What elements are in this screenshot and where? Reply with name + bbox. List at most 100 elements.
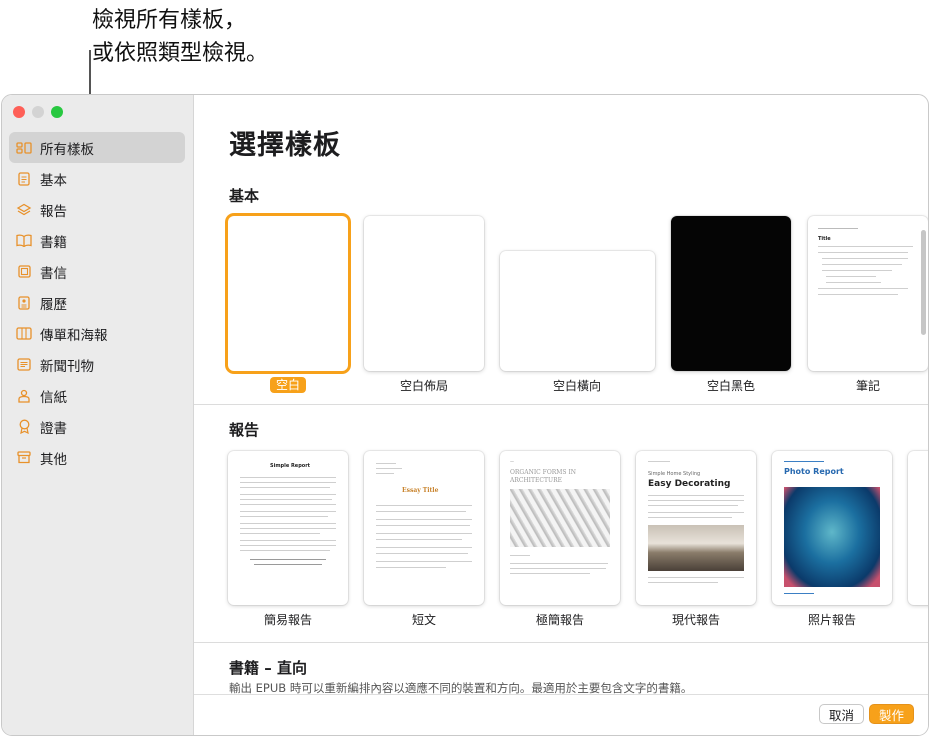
thumb-line [240, 494, 336, 495]
sidebar: 所有樣板 基本 報告 書籍 書信 履歷 傳單和海報 新聞刊物 信紙 證書 其他 [2, 95, 194, 735]
template-minimal-report-thumbnail[interactable]: — ORGANIC FORMS IN ARCHITECTURE [500, 451, 620, 605]
section-heading-books-portrait: 書籍 – 直向 [229, 659, 307, 677]
grid-icon [15, 140, 33, 156]
sidebar-item-label: 報告 [40, 203, 67, 220]
thumb-line [376, 468, 402, 469]
template-blank-thumbnail[interactable] [228, 216, 348, 371]
thumb-modern-report-title: Easy Decorating [648, 479, 731, 489]
template-blank-landscape-thumbnail[interactable] [500, 251, 655, 371]
poster-icon [15, 326, 33, 342]
sidebar-item-label: 基本 [40, 172, 67, 189]
sidebar-item-other[interactable]: 其他 [9, 442, 185, 473]
minimize-window-button[interactable] [32, 106, 44, 118]
template-label-essay: 短文 [411, 613, 436, 627]
create-button[interactable]: 製作 [868, 704, 914, 724]
newsletter-icon [15, 357, 33, 373]
sidebar-item-flyers-posters[interactable]: 傳單和海報 [9, 318, 185, 349]
sidebar-item-label: 其他 [40, 451, 67, 468]
thumb-line [250, 559, 326, 560]
template-label-simple-report: 簡易報告 [263, 613, 312, 627]
thumb-line [648, 512, 744, 513]
thumb-sea-turtle-image [784, 487, 880, 587]
thumb-line [510, 573, 590, 574]
thumb-line [510, 563, 608, 564]
thumb-line [240, 511, 336, 512]
template-label-modern-report: 現代報告 [671, 613, 720, 627]
basic-row-scrollbar[interactable] [921, 230, 926, 335]
zoom-window-button[interactable] [51, 106, 63, 118]
close-window-button[interactable] [13, 106, 25, 118]
thumb-line [822, 264, 902, 265]
thumb-line [240, 477, 336, 478]
thumb-line [818, 228, 858, 229]
thumb-essay-title: Essay Title [402, 487, 439, 494]
thumb-line [240, 523, 336, 524]
thumb-minimal-report-title: ORGANIC FORMS IN ARCHITECTURE [510, 469, 577, 484]
thumb-line [822, 258, 908, 259]
thumb-line [376, 525, 470, 526]
thumb-line [376, 561, 472, 562]
sidebar-item-label: 履歷 [40, 296, 67, 313]
thumb-line [240, 516, 328, 517]
thumb-line [240, 528, 336, 529]
thumb-line [240, 540, 336, 541]
resume-icon [15, 295, 33, 311]
thumb-line [240, 499, 332, 500]
sidebar-item-resumes[interactable]: 履歷 [9, 287, 185, 318]
thumb-line [240, 482, 336, 483]
sidebar-item-books[interactable]: 書籍 [9, 225, 185, 256]
report-icon [15, 202, 33, 218]
template-next-thumbnail[interactable] [908, 451, 928, 605]
section-divider [194, 642, 928, 643]
template-label-blank-layout: 空白佈局 [399, 379, 448, 393]
thumb-line [648, 577, 744, 578]
template-label-blank: 空白 [223, 376, 353, 393]
template-blank-layout-thumbnail[interactable] [364, 216, 484, 371]
thumb-simple-report-title: Simple Report [270, 463, 311, 469]
template-gallery: 選擇樣板 基本 空白 空白佈局 空白橫向 空白黑色 Title 筆記 報告 Si… [194, 95, 928, 735]
thumb-modern-report-small: Simple Home Styling [648, 471, 701, 477]
thumb-line [784, 461, 824, 462]
sidebar-item-certificates[interactable]: 證書 [9, 411, 185, 442]
page-title: 選擇樣板 [229, 130, 341, 161]
template-simple-report-thumbnail[interactable]: Simple Report [228, 451, 348, 605]
thumb-line [818, 252, 908, 253]
sidebar-item-label: 傳單和海報 [40, 327, 108, 344]
template-label-blank-text: 空白 [269, 377, 306, 393]
thumb-line [376, 473, 394, 474]
cancel-button[interactable]: 取消 [818, 704, 864, 724]
thumb-line [376, 533, 472, 534]
sidebar-item-letters[interactable]: 書信 [9, 256, 185, 287]
callout-line-2: 或依照類型檢視。 [92, 41, 269, 66]
thumb-line [376, 539, 462, 540]
sidebar-item-all-templates[interactable]: 所有樣板 [9, 132, 185, 163]
thumb-line [648, 461, 670, 462]
thumb-line [240, 545, 336, 546]
sidebar-item-reports[interactable]: 報告 [9, 194, 185, 225]
thumb-line [240, 533, 320, 534]
template-essay-thumbnail[interactable]: Essay Title [364, 451, 484, 605]
sidebar-item-basic[interactable]: 基本 [9, 163, 185, 194]
callout-text: 檢視所有樣板， 或依照類型檢視。 [92, 4, 268, 70]
thumb-line [510, 568, 606, 569]
thumb-line [648, 500, 744, 501]
sidebar-item-label: 新聞刊物 [40, 358, 94, 375]
thumb-line [648, 505, 738, 506]
template-label-blank-black: 空白黑色 [706, 379, 755, 393]
thumb-line [648, 495, 744, 496]
thumb-line [648, 582, 718, 583]
sidebar-item-stationery[interactable]: 信紙 [9, 380, 185, 411]
sidebar-item-newsletters[interactable]: 新聞刊物 [9, 349, 185, 380]
thumb-line: — [510, 459, 514, 464]
thumb-line [818, 246, 913, 247]
template-notes-thumbnail[interactable]: Title [808, 216, 928, 371]
callout-line-1: 檢視所有樣板， [92, 8, 247, 33]
thumb-line [376, 505, 472, 506]
template-chooser-window: 所有樣板 基本 報告 書籍 書信 履歷 傳單和海報 新聞刊物 信紙 證書 其他 … [1, 94, 929, 736]
template-photo-report-thumbnail[interactable]: Photo Report [772, 451, 892, 605]
thumb-line [818, 294, 898, 295]
book-icon [15, 233, 33, 249]
template-modern-report-thumbnail[interactable]: Simple Home Styling Easy Decorating [636, 451, 756, 605]
template-blank-black-thumbnail[interactable] [671, 216, 791, 371]
thumb-line [376, 553, 468, 554]
